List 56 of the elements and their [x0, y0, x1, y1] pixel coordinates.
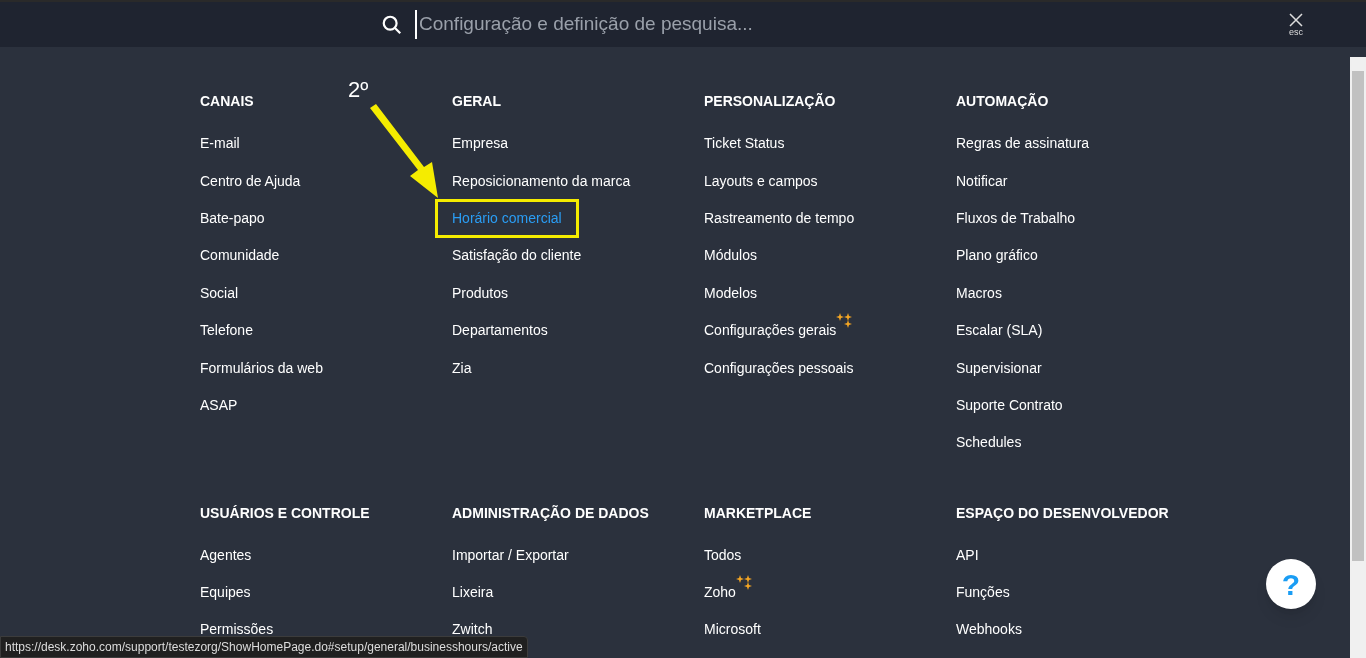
menu-link[interactable]: Módulos	[704, 245, 757, 267]
menu-link[interactable]: Schedules	[956, 432, 1022, 454]
search-icon	[381, 13, 403, 36]
menu-link[interactable]: Reposicionamento da marca	[452, 170, 631, 192]
section-heading: USUÁRIOS E CONTROLE	[200, 503, 371, 523]
section-heading: AUTOMAÇÃO	[956, 92, 1050, 111]
close-button[interactable]: esc	[1289, 12, 1303, 37]
menu-link[interactable]: Comunidade	[200, 245, 280, 267]
section-heading: MARKETPLACE	[704, 503, 813, 523]
menu-link[interactable]: Funções	[956, 582, 1010, 604]
menu-link[interactable]: Modelos	[704, 282, 757, 304]
menu-link[interactable]: Zia	[452, 357, 472, 379]
menu-link[interactable]: API	[956, 544, 979, 566]
menu-link[interactable]: Lixeira	[452, 582, 494, 604]
menu-link[interactable]: Agentes	[200, 544, 252, 566]
menu-link[interactable]: Suporte Contrato	[956, 394, 1063, 416]
menu-link[interactable]: Produtos	[452, 282, 509, 304]
menu-link[interactable]: ASAP	[200, 394, 238, 416]
menu-link[interactable]: Importar / Exportar	[452, 544, 569, 566]
menu-link[interactable]: Microsoft	[704, 619, 761, 641]
menu-link[interactable]: Telefone	[200, 320, 253, 342]
menu-link[interactable]: E-mail	[200, 133, 240, 155]
menu-link[interactable]: Zoho	[704, 582, 736, 604]
menu-link[interactable]: Plano gráfico	[956, 245, 1038, 267]
menu-link[interactable]: Empresa	[452, 133, 509, 155]
menu-link[interactable]: Social	[200, 282, 239, 304]
menu-link[interactable]: Departamentos	[452, 320, 548, 342]
menu-link[interactable]: Webhooks	[956, 619, 1022, 641]
search-bar[interactable]: Configuração e definição de pesquisa... esc	[0, 0, 1366, 47]
menu-link[interactable]: Satisfação do cliente	[452, 245, 582, 267]
close-icon	[1289, 12, 1303, 27]
menu-link[interactable]: Centro de Ajuda	[200, 170, 301, 192]
menu-link[interactable]: Configurações pessoais	[704, 357, 854, 379]
menu-link[interactable]: Notificar	[956, 170, 1008, 192]
section-heading: CANAIS	[200, 92, 255, 111]
section-heading: ESPAÇO DO DESENVOLVEDOR	[956, 503, 1170, 523]
menu-link[interactable]: Regras de assinatura	[956, 133, 1090, 155]
section-heading: ADMINISTRAÇÃO DE DADOS	[452, 503, 650, 523]
menu-link[interactable]: Bate-papo	[200, 207, 265, 229]
menu-link[interactable]: Fluxos de Trabalho	[956, 207, 1076, 229]
menu-link[interactable]: Macros	[956, 282, 1002, 304]
scrollbar[interactable]	[1350, 57, 1366, 658]
menu-link[interactable]: Escalar (SLA)	[956, 320, 1043, 342]
menu-link[interactable]: Layouts e campos	[704, 170, 818, 192]
annotation-label: 2º	[348, 78, 369, 102]
menu-link[interactable]: Formulários da web	[200, 357, 323, 379]
section-heading: PERSONALIZAÇÃO	[704, 92, 837, 111]
section-heading: GERAL	[452, 92, 502, 111]
menu-link[interactable]: Supervisionar	[956, 357, 1042, 379]
status-url: https://desk.zoho.com/support/testezorg/ShowHomePage.do#setup/general/businesshours/active	[0, 636, 528, 658]
menu-link[interactable]: Todos	[704, 544, 742, 566]
menu-link[interactable]: Horário comercial	[438, 201, 576, 235]
menu-link[interactable]: Rastreamento de tempo	[704, 207, 855, 229]
menu-link[interactable]: Ticket Status	[704, 133, 785, 155]
menu-link[interactable]: Equipes	[200, 582, 251, 604]
menu-link[interactable]: Configurações gerais	[704, 320, 837, 342]
